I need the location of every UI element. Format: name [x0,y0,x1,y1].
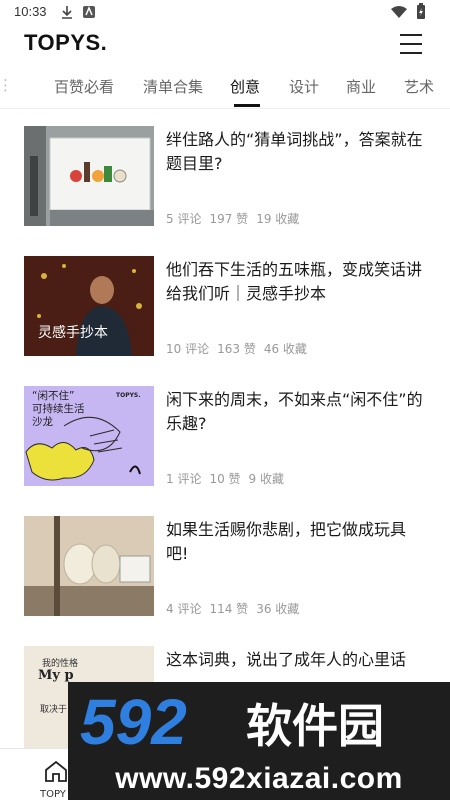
active-tab-indicator [234,104,260,107]
thumbnail-text: 取决于 [40,705,68,715]
article-thumbnail [24,516,154,616]
article-item[interactable]: 灵感手抄本 他们吞下生活的五味瓶，变成笑话讲给我们听｜灵感手抄本 10 评论 16… [0,256,450,386]
like-count: 163 赞 [217,342,256,356]
article-stats: 1 评论 10 赞 9 收藏 [166,470,292,487]
menu-icon [400,34,422,36]
article-thumbnail [24,126,154,226]
svg-text:592: 592 [80,686,187,758]
home-icon [45,760,67,782]
article-title: 闲下来的周末，不如来点“闲不住”的乐趣? [166,390,423,433]
comment-count: 5 评论 [166,212,202,226]
article-stats: 5 评论 197 赞 19 收藏 [166,210,307,227]
status-time: 10:33 [14,4,47,19]
app-bar: TOPYS. [0,24,450,68]
menu-button[interactable] [398,32,424,58]
notification-icon [83,6,95,18]
favorite-count: 19 收藏 [256,212,300,226]
battery-icon [417,3,425,19]
thumbnail-text: My p [38,668,74,683]
article-thumbnail: 灵感手抄本 [24,256,154,356]
comment-count: 1 评论 [166,472,202,486]
wifi-icon [391,6,407,18]
like-count: 10 赞 [209,472,241,486]
comment-count: 10 评论 [166,342,210,356]
tab-business[interactable]: 商业 [346,76,376,97]
article-item[interactable]: 如果生活赐你悲剧，把它做成玩具吧! 4 评论 114 赞 36 收藏 [0,516,450,646]
category-tabs: ⋮ 百赞必看 清单合集 创意 设计 商业 艺术 [0,68,450,109]
article-title: 他们吞下生活的五味瓶，变成笑话讲给我们听｜灵感手抄本 [166,260,423,303]
article-item[interactable]: 绊住路人的“猜单词挑战”，答案就在题目里? 5 评论 197 赞 19 收藏 [0,126,450,256]
like-count: 197 赞 [209,212,249,226]
status-bar: 10:33 [0,0,450,24]
favorite-count: 36 收藏 [256,602,300,616]
watermark-logo: 592 软件园 [80,686,384,758]
tab-collections[interactable]: 清单合集 [143,76,203,97]
nav-home-label: TOPY [40,789,66,800]
download-icon [62,6,72,19]
watermark-banner: 592 软件园 www.592xiazai.com [68,682,450,800]
like-count: 114 赞 [209,602,249,616]
article-title: 这本词典，说出了成年人的心里话 [166,650,407,669]
svg-text:软件园: 软件园 [246,699,384,753]
tab-overflow[interactable]: ⋮ [0,76,13,94]
article-stats: 4 评论 114 赞 36 收藏 [166,600,307,617]
tab-art[interactable]: 艺术 [404,76,434,97]
tab-creative[interactable]: 创意 [230,76,260,97]
favorite-count: 9 收藏 [248,472,284,486]
article-title: 绊住路人的“猜单词挑战”，答案就在题目里? [166,130,423,173]
thumbnail-caption: 灵感手抄本 [38,325,108,341]
tab-top-liked[interactable]: 百赞必看 [54,76,114,97]
article-title: 如果生活赐你悲剧，把它做成玩具吧! [166,520,407,563]
thumbnail-caption: “闲不住” 可持续生活 沙龙 [32,390,85,428]
watermark-url: www.592xiazai.com [115,762,403,795]
article-item[interactable]: “闲不住” 可持续生活 沙龙 TOPYS. 闲下来的周末，不如来点“闲不住”的乐… [0,386,450,516]
thumbnail-brand: TOPYS. [116,392,141,399]
tab-design[interactable]: 设计 [289,76,319,97]
comment-count: 4 评论 [166,602,202,616]
article-thumbnail: “闲不住” 可持续生活 沙龙 TOPYS. [24,386,154,486]
app-logo: TOPYS. [24,30,108,55]
article-stats: 10 评论 163 赞 46 收藏 [166,340,315,357]
favorite-count: 46 收藏 [263,342,307,356]
